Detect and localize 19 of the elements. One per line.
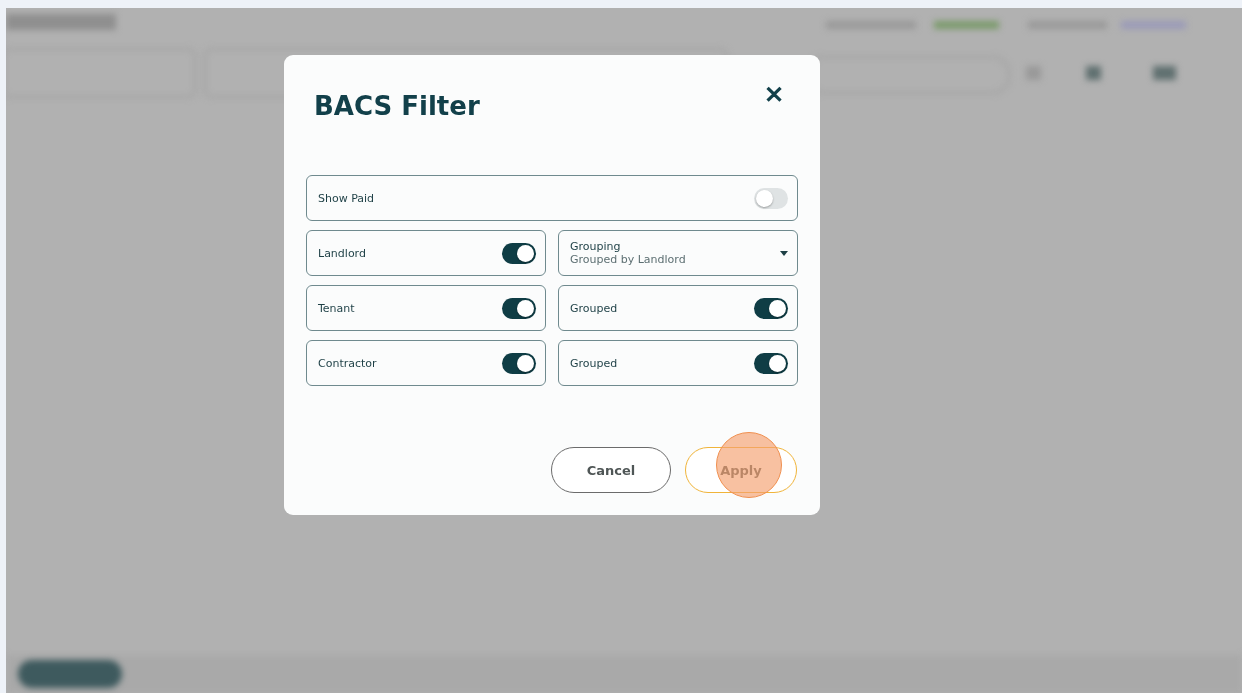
option-label: Contractor	[318, 356, 377, 370]
toggle-switch[interactable]	[502, 242, 536, 264]
caret-icon	[780, 250, 788, 256]
option-label: Grouped	[570, 301, 618, 315]
cancel-button[interactable]: Cancel	[551, 447, 671, 493]
select-value: Grouped by Landlord	[570, 253, 686, 266]
dialog-title: BACS Filter	[314, 91, 480, 121]
grouping-select[interactable]: Grouping Grouped by Landlord	[558, 230, 798, 276]
toggle-switch[interactable]	[754, 297, 788, 319]
toggle-switch[interactable]	[502, 297, 536, 319]
option-label: Tenant	[318, 301, 355, 315]
toggle-switch[interactable]	[754, 187, 788, 209]
toggle-switch[interactable]	[502, 352, 536, 374]
close-button[interactable]: ✕	[764, 83, 798, 107]
option-label: Grouped	[570, 356, 618, 370]
toggle-switch[interactable]	[754, 352, 788, 374]
option-label: Show Paid	[318, 191, 375, 205]
option-label: Landlord	[318, 246, 366, 260]
select-label: Grouping	[570, 240, 622, 253]
